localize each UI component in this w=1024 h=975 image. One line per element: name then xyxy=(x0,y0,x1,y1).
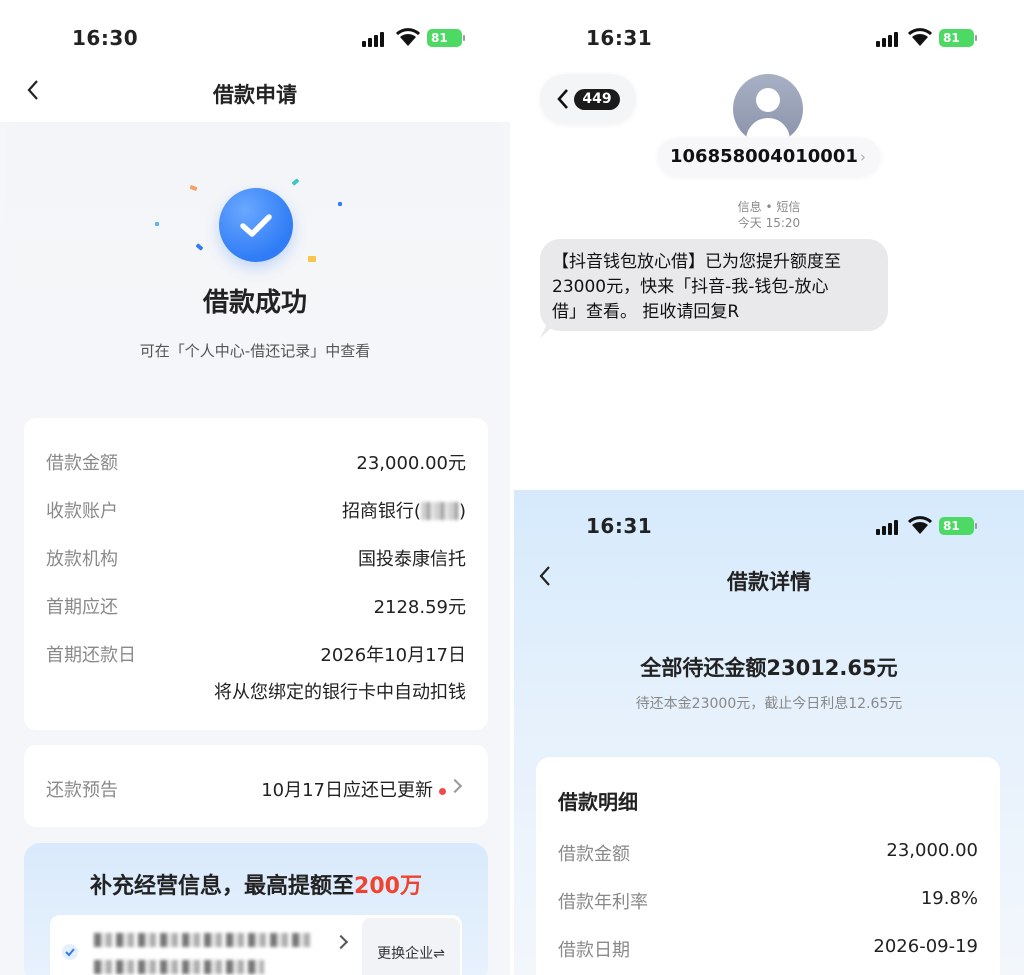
row-value-amount: 23,000.00元 xyxy=(356,453,466,474)
row-label-first-payment: 首期应还 xyxy=(46,597,118,618)
row-label-account: 收款账户 xyxy=(46,501,118,522)
status-bar: 16:30 81 xyxy=(0,26,510,56)
masked-company-name xyxy=(94,933,314,947)
confetti-icon xyxy=(155,222,159,226)
total-due-breakdown: 待还本金23000元，截止今日利息12.65元 xyxy=(635,696,903,712)
person-icon xyxy=(756,88,780,112)
cellular-signal-icon xyxy=(876,520,904,535)
sender-number[interactable]: 106858004010001 › xyxy=(658,138,880,176)
unread-dot-icon xyxy=(439,787,446,795)
message-timestamp: 今天 15:20 xyxy=(737,216,801,230)
wifi-icon xyxy=(907,28,933,48)
message-line: 23000元，快来「抖音-我-钱包-放心 xyxy=(552,277,829,297)
cellular-signal-icon xyxy=(362,32,390,47)
message-line: 借」查看。 拒收请回复R xyxy=(552,302,740,322)
masked-company-name xyxy=(94,960,264,974)
contact-avatar[interactable] xyxy=(733,74,803,144)
success-subtitle: 可在「个人中心-借还记录」中查看 xyxy=(139,342,371,360)
detail-value-amount: 23,000.00 xyxy=(886,840,978,861)
status-time: 16:31 xyxy=(586,26,653,50)
success-banner xyxy=(6,122,504,412)
page-title: 借款申请 xyxy=(213,83,297,107)
detail-value-date: 2026-09-19 xyxy=(873,936,978,957)
masked-account-number xyxy=(420,502,459,520)
switch-company-button[interactable]: 更换企业⇌ xyxy=(362,918,460,975)
unread-count-badge: 449 xyxy=(574,89,620,110)
detail-label-amount: 借款金额 xyxy=(558,844,630,865)
row-label-amount: 借款金额 xyxy=(46,453,118,474)
message-line: 【抖音钱包放心借】已为您提升额度至 xyxy=(552,252,841,272)
confetti-icon xyxy=(308,256,316,262)
row-value-first-payment: 2128.59元 xyxy=(373,597,466,618)
detail-label-rate: 借款年利率 xyxy=(558,892,648,913)
message-bubble[interactable]: 【抖音钱包放心借】已为您提升额度至 23000元，快来「抖音-我-钱包-放心 借… xyxy=(540,239,888,331)
chevron-right-icon: › xyxy=(859,148,866,166)
auto-debit-note: 将从您绑定的银行卡中自动扣钱 xyxy=(214,682,466,703)
row-value-account: 招商银行() xyxy=(341,501,466,522)
status-time: 16:31 xyxy=(586,514,653,538)
battery-icon: 81 xyxy=(939,517,977,535)
battery-icon: 81 xyxy=(427,29,465,47)
wifi-icon xyxy=(395,28,421,48)
message-channel: 信息 • 短信 xyxy=(737,200,801,214)
status-bar: 16:31 81 xyxy=(514,26,1024,56)
cellular-signal-icon xyxy=(876,32,904,47)
confetti-icon xyxy=(338,202,342,206)
status-time: 16:30 xyxy=(72,26,139,50)
row-label-lender: 放款机构 xyxy=(46,549,118,570)
success-title: 借款成功 xyxy=(202,288,307,318)
battery-icon: 81 xyxy=(939,29,977,47)
row-value-first-due-date: 2026年10月17日 xyxy=(320,645,466,666)
repay-notice-label: 还款预告 xyxy=(46,780,118,801)
row-value-lender: 国投泰康信托 xyxy=(358,549,466,570)
promo-title: 补充经营信息，最高提额至200万 xyxy=(90,874,422,899)
check-icon xyxy=(62,944,78,960)
detail-label-date: 借款日期 xyxy=(558,940,630,961)
page-title: 借款详情 xyxy=(727,570,811,594)
check-circle-icon xyxy=(219,188,293,262)
repay-notice-value: 10月17日应还已更新 xyxy=(261,776,446,802)
status-bar: 16:31 81 xyxy=(514,514,1024,544)
section-title: 借款明细 xyxy=(558,790,638,814)
row-label-first-due-date: 首期还款日 xyxy=(46,645,136,666)
detail-value-rate: 19.8% xyxy=(920,888,978,909)
wifi-icon xyxy=(907,516,933,536)
total-due-amount: 全部待还金额23012.65元 xyxy=(640,656,898,680)
